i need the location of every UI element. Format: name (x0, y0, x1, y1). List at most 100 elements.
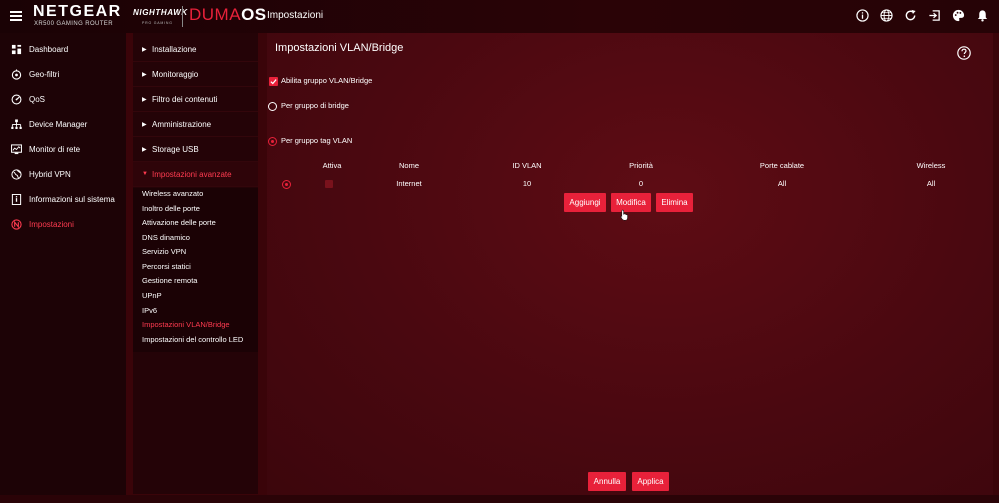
submenu-impostazioni-avanzate[interactable]: ▼ Impostazioni avanzate (133, 162, 258, 187)
expand-arrow-icon: ▶ (142, 96, 147, 103)
checkmark-icon (270, 79, 277, 85)
submenu-link-percorsi-statici[interactable]: Percorsi statici (142, 262, 191, 271)
refresh-icon[interactable] (904, 9, 917, 22)
expand-arrow-icon: ▶ (142, 146, 147, 153)
bridge-group-label: Per gruppo di bridge (281, 101, 349, 110)
column-header-attiva: Attiva (322, 161, 342, 170)
header-divider (182, 6, 183, 27)
column-header-id-vlan: ID VLAN (512, 161, 542, 170)
page-title: Impostazioni VLAN/Bridge (275, 42, 404, 54)
sidebar-item-device-manager[interactable]: Device Manager (0, 113, 126, 135)
dashboard-icon (11, 44, 22, 55)
bridge-group-radio[interactable] (268, 102, 277, 111)
vlan-tag-group-label: Per gruppo tag VLAN (281, 136, 353, 145)
cancel-button[interactable]: Annulla (588, 472, 626, 491)
sidebar-item-geofilter[interactable]: Geo-filtri (0, 63, 126, 85)
main-panel: Impostazioni VLAN/Bridge Abilita gruppo … (267, 33, 993, 495)
vlan-row-id: 10 (522, 179, 532, 188)
sidebar-item-label: Informazioni sul sistema (29, 194, 115, 204)
vlan-row-wired-ports: All (777, 179, 787, 188)
sidebar-item-label: Dashboard (29, 44, 69, 54)
submenu-link-servizio-vpn[interactable]: Servizio VPN (142, 247, 186, 256)
vlan-row-select-radio[interactable] (282, 180, 291, 189)
brand-name: NETGEAR (33, 3, 122, 20)
dumaos-logo-part2: OS (241, 5, 267, 24)
settings-icon (11, 218, 22, 230)
column-header-priorita: Priorità (629, 161, 653, 170)
sidebar-item-label: Geo-filtri (29, 69, 60, 79)
sidebar-item-dashboard[interactable]: Dashboard (0, 38, 126, 60)
help-icon[interactable] (957, 46, 971, 60)
apply-button[interactable]: Applica (632, 472, 669, 491)
submenu-link-vlan-bridge[interactable]: Impostazioni VLAN/Bridge (142, 320, 230, 329)
palette-icon[interactable] (952, 9, 965, 22)
submenu-link-controllo-led[interactable]: Impostazioni del controllo LED (142, 335, 243, 344)
device-manager-icon (11, 118, 22, 130)
sidebar-item-label: Monitor di rete (29, 144, 81, 154)
column-header-porte-cablate: Porte cablate (759, 161, 805, 170)
sidebar-item-network-monitor[interactable]: Monitor di rete (0, 138, 126, 160)
sidebar-item-label: Impostazioni (29, 219, 74, 229)
expand-arrow-icon: ▶ (142, 121, 147, 128)
system-info-icon (11, 193, 22, 205)
sidebar-item-system-info[interactable]: Informazioni sul sistema (0, 188, 126, 210)
vlan-row-name: Internet (396, 179, 422, 188)
submenu-link-ipv6[interactable]: IPv6 (142, 306, 157, 315)
submenu-monitoraggio[interactable]: ▶ Monitoraggio (133, 62, 258, 87)
brand-subtitle: XR500 GAMING ROUTER (34, 21, 113, 27)
sidebar-item-label: QoS (29, 94, 46, 104)
enable-vlan-label: Abilita gruppo VLAN/Bridge (281, 76, 373, 85)
submenu-label: Installazione (152, 44, 197, 54)
dumaos-logo: DUMAOS (189, 5, 267, 25)
sidebar: Dashboard Geo-filtri QoS Device Manager … (0, 33, 126, 503)
submenu-link-inoltro-porte[interactable]: Inoltro delle porte (142, 204, 200, 213)
submenu-link-upnp[interactable]: UPnP (142, 291, 162, 300)
qos-icon (11, 94, 22, 105)
header-icons (856, 9, 989, 22)
vlan-row-wireless: All (926, 179, 936, 188)
nighthawk-subtitle: PRO GAMING (142, 21, 173, 25)
submenu-label: Storage USB (152, 144, 199, 154)
submenu-filtro-contenuti[interactable]: ▶ Filtro dei contenuti (133, 87, 258, 112)
sidebar-item-label: Hybrid VPN (29, 169, 71, 179)
info-icon[interactable] (856, 9, 869, 22)
nighthawk-logo: NIGHTHAWK (133, 8, 188, 17)
submenu-link-dns-dinamico[interactable]: DNS dinamico (142, 233, 190, 242)
submenu-storage-usb[interactable]: ▶ Storage USB (133, 137, 258, 162)
submenu-link-attivazione-porte[interactable]: Attivazione delle porte (142, 218, 216, 227)
bell-icon[interactable] (976, 9, 989, 22)
submenu-link-wireless-avanzato[interactable]: Wireless avanzato (142, 189, 203, 198)
bottom-edge (0, 495, 999, 503)
sidebar-item-qos[interactable]: QoS (0, 88, 126, 110)
collapse-arrow-icon: ▼ (142, 171, 148, 177)
enable-vlan-checkbox[interactable] (269, 77, 278, 86)
submenu-label: Impostazioni avanzate (152, 169, 232, 179)
submenu-link-gestione-remota[interactable]: Gestione remota (142, 276, 197, 285)
vlan-row-active-checkbox (325, 180, 333, 188)
sidebar-item-hybrid-vpn[interactable]: Hybrid VPN (0, 163, 126, 185)
submenu-amministrazione[interactable]: ▶ Amministrazione (133, 112, 258, 137)
menu-icon[interactable] (10, 11, 22, 21)
dumaos-logo-part1: DUMA (189, 5, 242, 24)
submenu-installazione[interactable]: ▶ Installazione (133, 37, 258, 62)
settings-submenu: ▶ Installazione ▶ Monitoraggio ▶ Filtro … (133, 33, 258, 494)
network-monitor-icon (11, 143, 22, 155)
advanced-settings-list: Wireless avanzato Inoltro delle porte At… (133, 188, 258, 352)
submenu-label: Monitoraggio (152, 69, 199, 79)
edit-button[interactable]: Modifica (611, 193, 651, 212)
vlan-tag-group-radio[interactable] (268, 137, 277, 146)
column-header-nome: Nome (398, 161, 420, 170)
hand-cursor-icon (620, 209, 628, 221)
sidebar-item-label: Device Manager (29, 119, 88, 129)
geofilter-icon (11, 68, 22, 80)
add-button[interactable]: Aggiungi (564, 193, 606, 212)
submenu-label: Filtro dei contenuti (152, 94, 218, 104)
delete-button[interactable]: Elimina (656, 193, 693, 212)
page-heading: Impostazioni (267, 10, 324, 21)
vlan-row-priority: 0 (638, 179, 644, 188)
globe-icon[interactable] (880, 9, 893, 22)
logout-icon[interactable] (928, 9, 941, 22)
column-header-wireless: Wireless (916, 161, 946, 170)
brand-logo: NETGEAR XR500 GAMING ROUTER (33, 4, 122, 28)
sidebar-item-settings[interactable]: Impostazioni (0, 213, 126, 235)
